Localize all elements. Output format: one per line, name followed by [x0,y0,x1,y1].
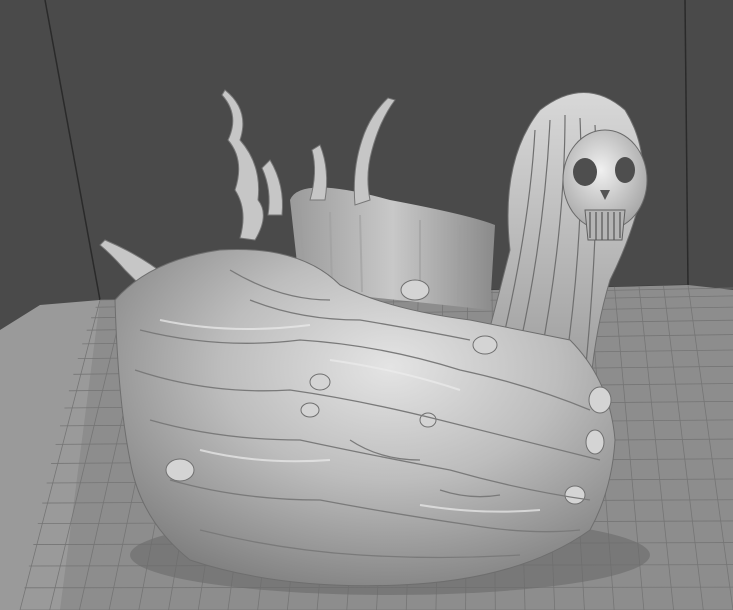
3d-viewport[interactable] [0,0,733,610]
scene-canvas[interactable] [0,0,733,610]
